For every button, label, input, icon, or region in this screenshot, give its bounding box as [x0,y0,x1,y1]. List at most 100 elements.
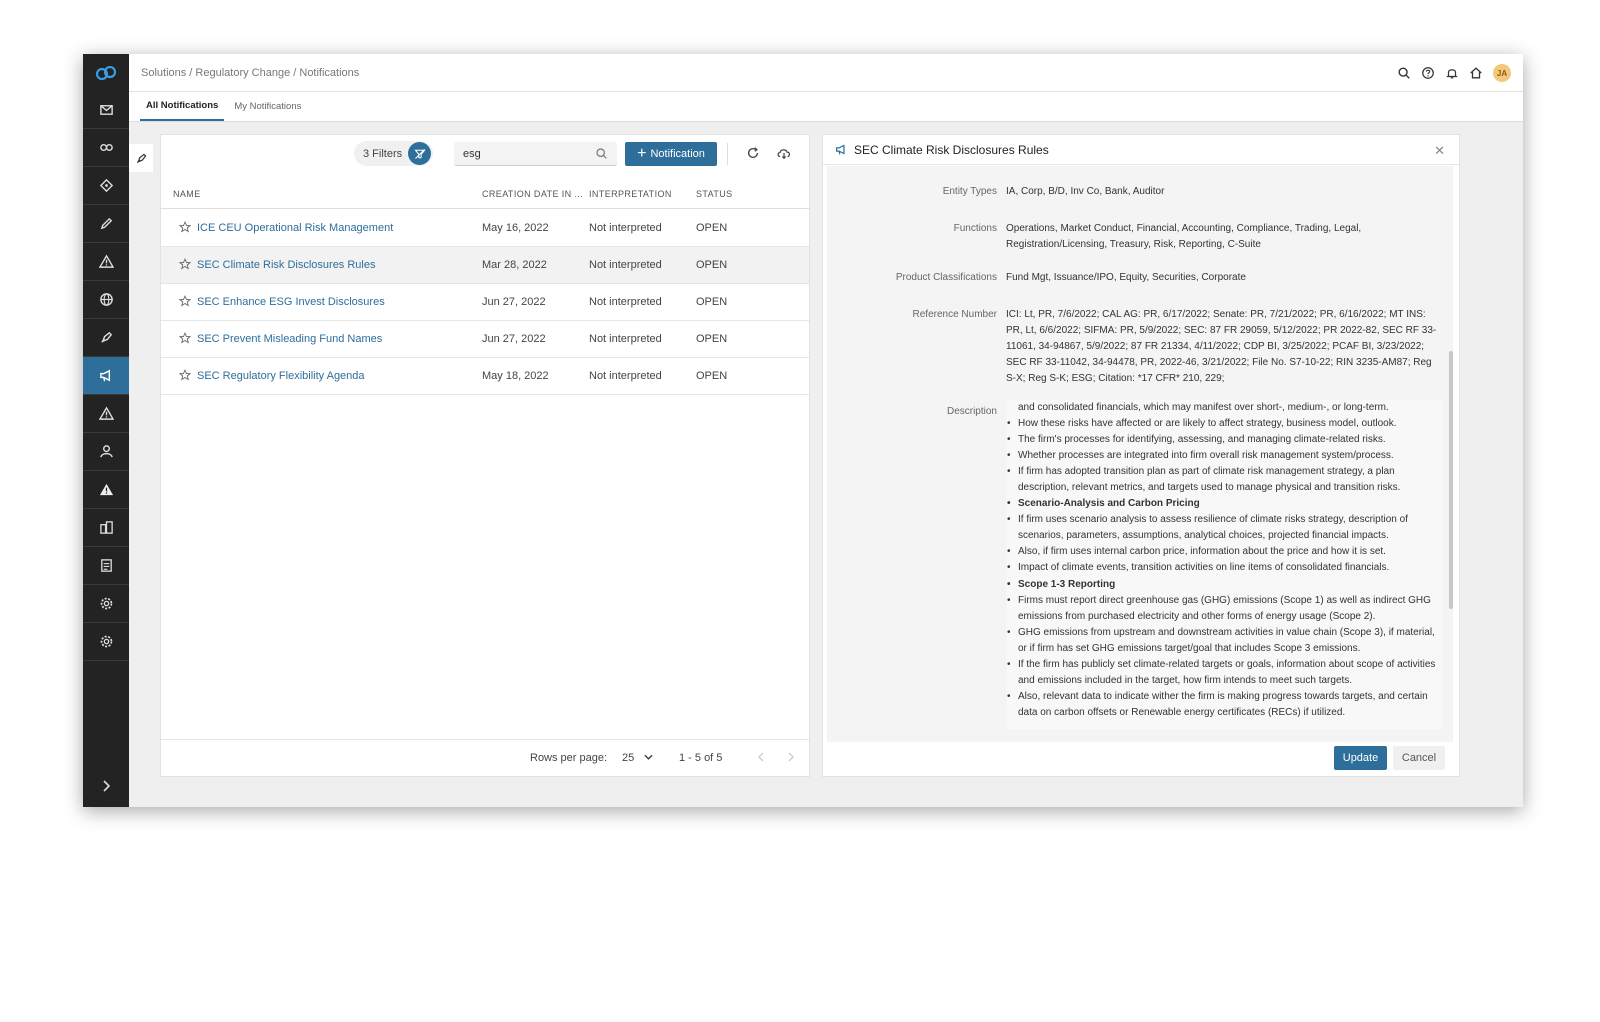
pagination-range: 1 - 5 of 5 [679,752,723,764]
search-icon[interactable] [1397,66,1411,80]
filters-label: 3 Filters [363,147,403,160]
breadcrumb[interactable]: Solutions / Regulatory Change / Notifica… [141,67,359,79]
help-icon[interactable] [1421,66,1435,80]
detail-title: SEC Climate Risk Disclosures Rules [854,142,1049,157]
search-input[interactable] [463,147,593,160]
refresh-icon[interactable] [746,146,760,160]
sidebar-item-pencil[interactable] [83,205,129,243]
star-icon[interactable] [178,369,192,384]
bell-icon[interactable] [1445,66,1459,80]
row-interpretation: Not interpreted [589,370,662,382]
description-lead: and consolidated financials, which may m… [1018,402,1389,413]
list-toolbar: 3 Filters + Notification [161,135,809,173]
filter-off-button[interactable] [408,142,432,165]
top-bar: Solutions / Regulatory Change / Notifica… [129,54,1523,92]
cloud-download-icon[interactable] [776,146,792,160]
star-icon[interactable] [178,221,192,236]
expand-sidebar-button[interactable] [83,773,129,799]
list-item-heading: Scope 1-3 Reporting [1007,577,1443,593]
add-notification-button[interactable]: + Notification [625,142,717,166]
table-row[interactable]: SEC Climate Risk Disclosures Rules Mar 2… [161,247,809,284]
star-icon[interactable] [178,258,192,273]
close-icon[interactable]: ✕ [1434,143,1445,159]
row-name-link[interactable]: SEC Regulatory Flexibility Agenda [197,370,365,382]
row-status: OPEN [696,259,728,271]
row-status: OPEN [696,333,728,345]
rows-per-page-select[interactable]: 25 [622,752,653,764]
logo-icon[interactable] [83,54,129,91]
star-icon[interactable] [178,295,192,310]
avatar[interactable]: JA [1493,64,1511,82]
sidebar [83,54,129,807]
next-page-button[interactable] [787,752,795,765]
toolbar-divider [727,143,728,165]
sidebar-item-globe[interactable] [83,281,129,319]
filters-chip[interactable]: 3 Filters [354,141,434,166]
notification-detail-panel: SEC Climate Risk Disclosures Rules ✕ Ent… [822,134,1460,777]
table-row[interactable]: ICE CEU Operational Risk Management May … [161,210,809,247]
column-header-interpretation[interactable]: INTERPRETATION [589,189,672,199]
megaphone-icon [836,144,845,155]
field-label-description: Description [946,406,997,417]
warning-icon [98,254,114,268]
update-button[interactable]: Update [1334,746,1387,770]
row-date: Jun 27, 2022 [482,333,546,345]
sidebar-item-notifications[interactable] [83,357,129,395]
cancel-button[interactable]: Cancel [1393,746,1445,770]
row-name-link[interactable]: SEC Climate Risk Disclosures Rules [197,259,376,271]
home-icon[interactable] [1469,66,1483,80]
sidebar-item-buildings[interactable] [83,509,129,547]
list-item: Whether processes are integrated into fi… [1007,448,1443,464]
detail-header: SEC Climate Risk Disclosures Rules ✕ [823,135,1459,165]
row-interpretation: Not interpreted [589,259,662,271]
list-item: If firm has adopted transition plan as p… [1007,464,1443,496]
list-item: Also, if firm uses internal carbon price… [1007,544,1443,560]
row-interpretation: Not interpreted [589,333,662,345]
star-icon[interactable] [178,332,192,347]
row-status: OPEN [696,296,728,308]
table-row[interactable]: SEC Regulatory Flexibility Agenda May 18… [161,358,809,395]
sidebar-item-alert[interactable] [83,395,129,433]
list-item: GHG emissions from upstream and downstre… [1007,625,1443,657]
prev-page-button[interactable] [757,752,765,765]
row-date: Jun 27, 2022 [482,296,546,308]
column-header-status[interactable]: STATUS [696,189,733,199]
tab-my-notifications[interactable]: My Notifications [228,92,307,121]
tab-all-notifications[interactable]: All Notifications [140,92,225,121]
sidebar-item-mail[interactable] [83,91,129,129]
row-interpretation: Not interpreted [589,222,662,234]
detail-body: Entity Types IA, Corp, B/D, Inv Co, Bank… [827,166,1453,742]
row-date: Mar 28, 2022 [482,259,547,271]
chevron-right-icon [103,780,111,792]
table-row[interactable]: SEC Prevent Misleading Fund Names Jun 27… [161,321,809,358]
sidebar-item-settings-2[interactable] [83,623,129,661]
pin-panel-button[interactable] [129,144,153,172]
sidebar-item-pin[interactable] [83,319,129,357]
column-header-name[interactable]: NAME [173,189,201,199]
field-value-entity-types: IA, Corp, B/D, Inv Co, Bank, Auditor [1006,186,1165,197]
search-icon[interactable] [595,147,608,160]
filled-warning-icon [99,483,113,496]
sidebar-item-settings[interactable] [83,585,129,623]
tabs-bar: All Notifications My Notifications [129,92,1523,122]
add-notification-label: Notification [650,148,705,160]
field-label-entity-types: Entity Types [942,186,997,197]
row-name-link[interactable]: SEC Prevent Misleading Fund Names [197,333,382,345]
detail-scrollbar[interactable] [1449,351,1453,609]
list-item: Also, relevant data to indicate wither t… [1007,689,1443,721]
table-row[interactable]: SEC Enhance ESG Invest Disclosures Jun 2… [161,284,809,321]
column-header-date[interactable]: CREATION DATE IN ... [482,189,583,199]
sidebar-item-document[interactable] [83,547,129,585]
sidebar-item-warning[interactable] [83,243,129,281]
row-status: OPEN [696,370,728,382]
sidebar-item-infinity[interactable] [83,129,129,167]
list-item: If the firm has publicly set climate-rel… [1007,657,1443,689]
row-name-link[interactable]: SEC Enhance ESG Invest Disclosures [197,296,385,308]
row-name-link[interactable]: ICE CEU Operational Risk Management [197,222,393,234]
search-box [454,142,617,166]
sidebar-item-diamond[interactable] [83,167,129,205]
sidebar-item-person[interactable] [83,433,129,471]
row-interpretation: Not interpreted [589,296,662,308]
list-item: If firm uses scenario analysis to assess… [1007,512,1443,544]
sidebar-item-filled-warning[interactable] [83,471,129,509]
